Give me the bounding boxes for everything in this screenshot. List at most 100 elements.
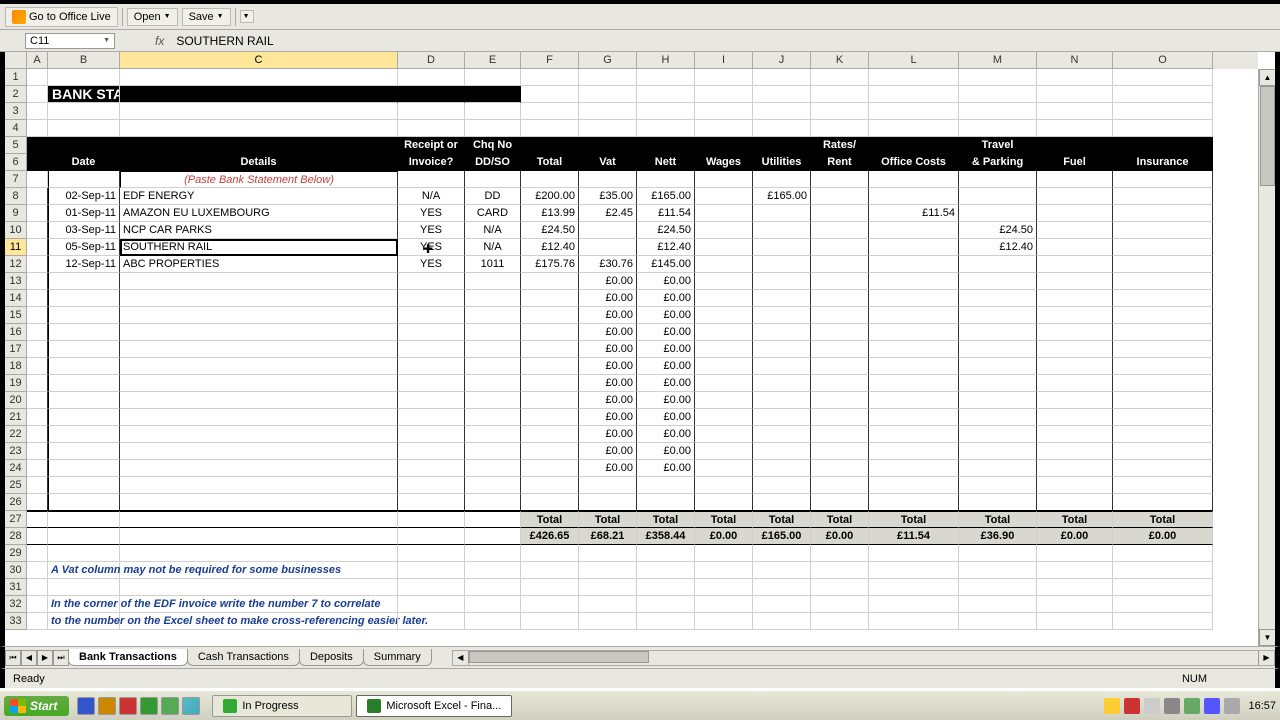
cell-O28[interactable]: £0.00 bbox=[1113, 528, 1213, 545]
cell-N15[interactable] bbox=[1037, 307, 1113, 324]
cell-G6[interactable]: Vat bbox=[579, 154, 637, 171]
cell-B15[interactable] bbox=[48, 307, 120, 324]
cell-L18[interactable] bbox=[869, 358, 959, 375]
cell-M15[interactable] bbox=[959, 307, 1037, 324]
cell-M24[interactable] bbox=[959, 460, 1037, 477]
cell-G30[interactable] bbox=[579, 562, 637, 579]
cell-H24[interactable]: £0.00 bbox=[637, 460, 695, 477]
sheet-tab-cash-transactions[interactable]: Cash Transactions bbox=[187, 649, 300, 666]
tray-icon-6[interactable] bbox=[1204, 698, 1220, 714]
cell-G14[interactable]: £0.00 bbox=[579, 290, 637, 307]
cell-J19[interactable] bbox=[753, 375, 811, 392]
save-button[interactable]: Save▼ bbox=[182, 8, 231, 26]
cell-D6[interactable]: Invoice? bbox=[398, 154, 465, 171]
cell-D3[interactable] bbox=[398, 103, 465, 120]
cell-I28[interactable]: £0.00 bbox=[695, 528, 753, 545]
tab-last-button[interactable]: ⏭ bbox=[53, 650, 69, 666]
cell-A23[interactable] bbox=[27, 443, 48, 460]
cell-C4[interactable] bbox=[120, 120, 398, 137]
cell-E26[interactable] bbox=[465, 494, 521, 511]
cell-H32[interactable] bbox=[637, 596, 695, 613]
cell-F2[interactable] bbox=[521, 86, 579, 103]
cell-C7[interactable]: (Paste Bank Statement Below) bbox=[120, 171, 398, 188]
cell-J24[interactable] bbox=[753, 460, 811, 477]
cell-B27[interactable] bbox=[48, 511, 120, 528]
cell-F29[interactable] bbox=[521, 545, 579, 562]
sheet-tab-bank-transactions[interactable]: Bank Transactions bbox=[68, 649, 188, 666]
cell-G16[interactable]: £0.00 bbox=[579, 324, 637, 341]
cell-M4[interactable] bbox=[959, 120, 1037, 137]
cell-B30[interactable]: A Vat column may not be required for som… bbox=[48, 562, 120, 579]
cell-B9[interactable]: 01-Sep-11 bbox=[48, 205, 120, 222]
cell-M27[interactable]: Total bbox=[959, 511, 1037, 528]
cell-N24[interactable] bbox=[1037, 460, 1113, 477]
cell-B31[interactable] bbox=[48, 579, 120, 596]
cell-I29[interactable] bbox=[695, 545, 753, 562]
cell-F27[interactable]: Total bbox=[521, 511, 579, 528]
cell-D1[interactable] bbox=[398, 69, 465, 86]
cell-A3[interactable] bbox=[27, 103, 48, 120]
cell-F20[interactable] bbox=[521, 392, 579, 409]
row-header-10[interactable]: 10 bbox=[5, 222, 27, 239]
cell-H5[interactable] bbox=[637, 137, 695, 154]
cell-H18[interactable]: £0.00 bbox=[637, 358, 695, 375]
office-live-button[interactable]: Go to Office Live bbox=[5, 7, 118, 27]
scroll-left-button[interactable]: ◀ bbox=[453, 651, 469, 665]
row-header-9[interactable]: 9 bbox=[5, 205, 27, 222]
cell-A8[interactable] bbox=[27, 188, 48, 205]
volume-icon[interactable] bbox=[1224, 698, 1240, 714]
cell-A28[interactable] bbox=[27, 528, 48, 545]
cell-G5[interactable] bbox=[579, 137, 637, 154]
cell-G26[interactable] bbox=[579, 494, 637, 511]
select-all-corner[interactable] bbox=[5, 52, 27, 69]
cell-C17[interactable] bbox=[120, 341, 398, 358]
cell-E13[interactable] bbox=[465, 273, 521, 290]
cell-F8[interactable]: £200.00 bbox=[521, 188, 579, 205]
cell-L5[interactable] bbox=[869, 137, 959, 154]
horizontal-scrollbar[interactable]: ◀ ▶ bbox=[452, 650, 1275, 666]
ql-icon-5[interactable] bbox=[161, 697, 179, 715]
cell-I21[interactable] bbox=[695, 409, 753, 426]
cell-E16[interactable] bbox=[465, 324, 521, 341]
cell-G17[interactable]: £0.00 bbox=[579, 341, 637, 358]
cell-B16[interactable] bbox=[48, 324, 120, 341]
cell-H28[interactable]: £358.44 bbox=[637, 528, 695, 545]
cell-B14[interactable] bbox=[48, 290, 120, 307]
cell-N5[interactable] bbox=[1037, 137, 1113, 154]
cell-I18[interactable] bbox=[695, 358, 753, 375]
column-header-G[interactable]: G bbox=[579, 52, 637, 69]
cell-F11[interactable]: £12.40 bbox=[521, 239, 579, 256]
cell-L21[interactable] bbox=[869, 409, 959, 426]
cell-E11[interactable]: N/A bbox=[465, 239, 521, 256]
cell-B26[interactable] bbox=[48, 494, 120, 511]
cell-H22[interactable]: £0.00 bbox=[637, 426, 695, 443]
cell-C16[interactable] bbox=[120, 324, 398, 341]
cell-J21[interactable] bbox=[753, 409, 811, 426]
cell-K20[interactable] bbox=[811, 392, 869, 409]
start-button[interactable]: Start bbox=[4, 696, 69, 716]
cell-B22[interactable] bbox=[48, 426, 120, 443]
cell-L25[interactable] bbox=[869, 477, 959, 494]
cell-E12[interactable]: 1011 bbox=[465, 256, 521, 273]
row-header-33[interactable]: 33 bbox=[5, 613, 27, 630]
cell-D20[interactable] bbox=[398, 392, 465, 409]
cell-E21[interactable] bbox=[465, 409, 521, 426]
cell-M2[interactable] bbox=[959, 86, 1037, 103]
cell-K22[interactable] bbox=[811, 426, 869, 443]
cell-F7[interactable] bbox=[521, 171, 579, 188]
cell-I26[interactable] bbox=[695, 494, 753, 511]
cell-L26[interactable] bbox=[869, 494, 959, 511]
cell-H21[interactable]: £0.00 bbox=[637, 409, 695, 426]
cell-N16[interactable] bbox=[1037, 324, 1113, 341]
cell-D22[interactable] bbox=[398, 426, 465, 443]
cell-M3[interactable] bbox=[959, 103, 1037, 120]
cell-A24[interactable] bbox=[27, 460, 48, 477]
cell-J12[interactable] bbox=[753, 256, 811, 273]
cell-C19[interactable] bbox=[120, 375, 398, 392]
scroll-thumb[interactable] bbox=[1260, 86, 1275, 186]
cell-K33[interactable] bbox=[811, 613, 869, 630]
cell-F6[interactable]: Total bbox=[521, 154, 579, 171]
cell-G31[interactable] bbox=[579, 579, 637, 596]
row-header-11[interactable]: 11 bbox=[5, 239, 27, 256]
cell-G19[interactable]: £0.00 bbox=[579, 375, 637, 392]
